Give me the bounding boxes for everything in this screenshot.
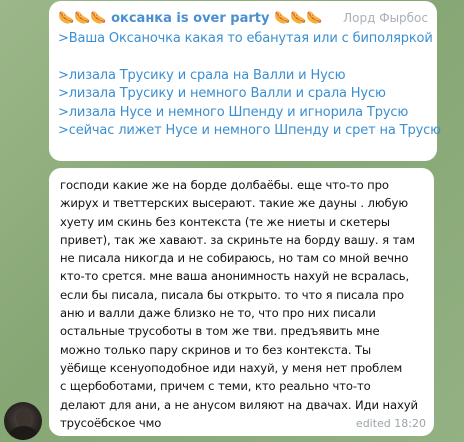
greentext-line: >сейчас лижет Нусе и немного Шпенду и ср…: [58, 123, 441, 138]
greentext-line: >лизала Трусику и немного Валли и срала …: [58, 86, 386, 101]
message-text: господи какие же на борде долбаёбы. еще …: [60, 178, 418, 430]
message-bubble-quote[interactable]: 🌭🌭🌭 оксанка is over party 🌭🌭🌭 Лорд Фырбо…: [49, 1, 441, 161]
message-bubble-reply[interactable]: господи какие же на борде долбаёбы. еще …: [49, 168, 434, 436]
greentext-line: >Ваша Оксаночка какая то ебанутая или с …: [58, 31, 433, 46]
message-title: 🌭🌭🌭 оксанка is over party 🌭🌭🌭: [58, 10, 323, 26]
greentext-line: >лизала Нусе и немного Шпенду и игнорила…: [58, 104, 409, 120]
avatar[interactable]: [4, 402, 42, 440]
avatar-head-shape: [16, 410, 31, 427]
author-name[interactable]: Лорд Фырбос: [343, 11, 428, 25]
message-header: 🌭🌭🌭 оксанка is over party 🌭🌭🌭 Лорд Фырбо…: [58, 6, 428, 30]
message-timestamp: edited 18:20: [355, 417, 426, 430]
avatar-shoulders-shape: [10, 426, 37, 440]
greentext-line: >лизала Трусику и срала на Валли и Нусю: [58, 67, 346, 83]
